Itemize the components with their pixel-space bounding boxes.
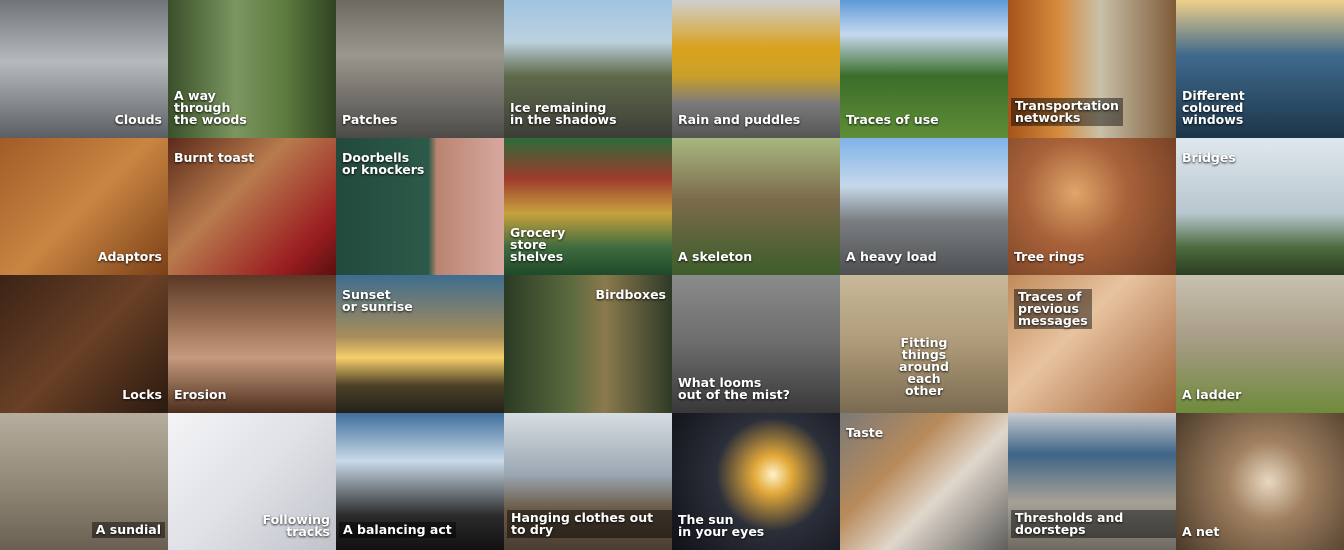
- photo-tile: Different coloured windows: [1176, 0, 1344, 138]
- photo-tile: Hanging clothes out to dry: [504, 412, 672, 550]
- tile-caption: Taste: [846, 424, 884, 440]
- photo-tile: Adaptors: [0, 137, 168, 275]
- photo-tile: Transportation networks: [1008, 0, 1176, 138]
- photo-tile: Following tracks: [168, 412, 336, 550]
- photo-tile: Patches: [336, 0, 504, 138]
- tile-caption: Traces of use: [846, 111, 939, 127]
- photo-tile: Locks: [0, 275, 168, 413]
- tile-caption: Burnt toast: [174, 149, 255, 165]
- photo-tile: The sun in your eyes: [672, 412, 840, 550]
- tile-caption: Locks: [122, 386, 162, 402]
- tile-caption: A ladder: [1182, 386, 1242, 402]
- tile-caption: Transportation networks: [1011, 97, 1123, 126]
- tile-caption: Clouds: [114, 111, 162, 127]
- photo-tile: A net: [1176, 412, 1344, 550]
- photo-tile: A balancing act: [336, 412, 504, 550]
- tile-caption: Different coloured windows: [1182, 87, 1245, 127]
- photo-tile: Thresholds and doorsteps: [1008, 412, 1176, 550]
- tile-caption: Patches: [342, 111, 398, 127]
- photo-tile: Rain and puddles: [672, 0, 840, 138]
- photo-tile: Bridges: [1176, 137, 1344, 275]
- tile-caption: What looms out of the mist?: [678, 374, 790, 402]
- photo-tile: What looms out of the mist?: [672, 275, 840, 413]
- photo-tile: Doorbells or knockers: [336, 137, 504, 275]
- photo-tile: Birdboxes: [504, 275, 672, 413]
- tile-caption: Traces of previous messages: [1014, 289, 1092, 329]
- photo-tile: Taste: [840, 412, 1008, 550]
- photo-tile: A skeleton: [672, 137, 840, 275]
- tile-caption: Ice remaining in the shadows: [510, 99, 617, 127]
- photo-tile: A sundial: [0, 412, 168, 550]
- tile-caption: Grocery store shelves: [510, 225, 566, 264]
- tile-caption: Sunset or sunrise: [342, 287, 413, 314]
- tile-caption: Birdboxes: [595, 287, 666, 302]
- tile-caption: Thresholds and doorsteps: [1011, 510, 1176, 538]
- photo-tile: Ice remaining in the shadows: [504, 0, 672, 138]
- tile-caption: Doorbells or knockers: [342, 149, 425, 177]
- photo-tile: Traces of use: [840, 0, 1008, 138]
- tile-caption: Hanging clothes out to dry: [507, 510, 672, 538]
- tile-caption: Erosion: [174, 386, 227, 402]
- tile-caption: Rain and puddles: [678, 111, 801, 127]
- tile-caption: Bridges: [1182, 149, 1236, 165]
- tile-caption: Following tracks: [262, 512, 330, 539]
- photo-tile: Burnt toast: [168, 137, 336, 275]
- photo-tile: Sunset or sunrise: [336, 275, 504, 413]
- tile-caption: A skeleton: [678, 249, 753, 264]
- tile-caption: A balancing act: [339, 522, 456, 538]
- tile-caption: A net: [1182, 524, 1220, 539]
- tile-caption: A heavy load: [846, 249, 937, 264]
- photo-tile: Traces of previous messages: [1008, 275, 1176, 413]
- tile-caption: A way through the woods: [174, 87, 247, 127]
- photo-tile: Clouds: [0, 0, 168, 138]
- photo-tile: A ladder: [1176, 275, 1344, 413]
- tile-caption: The sun in your eyes: [678, 512, 765, 539]
- tile-caption: Tree rings: [1014, 249, 1085, 264]
- photo-tile: A heavy load: [840, 137, 1008, 275]
- photo-tile: A way through the woods: [168, 0, 336, 138]
- photo-grid: Clouds A way through the woods Patches Ice …: [0, 0, 1344, 550]
- photo-tile: Grocery store shelves: [504, 137, 672, 275]
- tile-caption: A sundial: [91, 522, 165, 538]
- photo-tile: Erosion: [168, 275, 336, 413]
- photo-tile: Tree rings: [1008, 137, 1176, 275]
- photo-tile: Fitting things around each other: [840, 275, 1008, 413]
- tile-caption: Adaptors: [97, 249, 162, 264]
- tile-caption: Fitting things around each other: [899, 335, 949, 398]
